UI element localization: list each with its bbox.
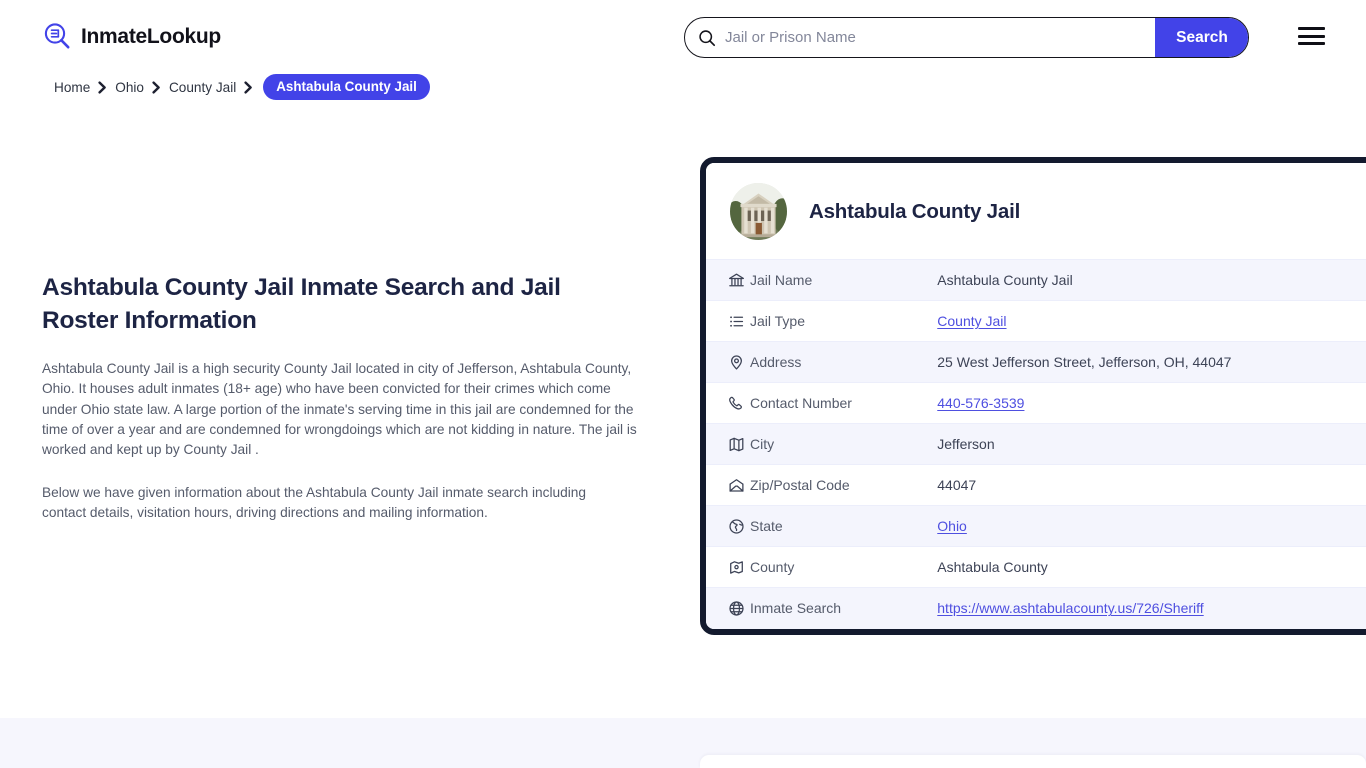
hamburger-line: [1298, 27, 1325, 30]
table-row: County Ashtabula County: [706, 546, 1366, 588]
row-label: State: [750, 505, 938, 547]
hamburger-menu-icon[interactable]: [1298, 25, 1326, 47]
magnifier-list-icon: [42, 21, 72, 51]
state-link[interactable]: Ohio: [937, 518, 967, 534]
chevron-right-icon: [152, 80, 161, 94]
table-row: Zip/Postal Code 44047: [706, 464, 1366, 506]
row-label: Jail Type: [750, 300, 938, 342]
table-row: Jail Type County Jail: [706, 300, 1366, 342]
row-value: 44047: [937, 464, 1366, 506]
breadcrumb-item-ohio[interactable]: Ohio: [115, 80, 144, 95]
row-label: City: [750, 423, 938, 465]
jail-card-title: Ashtabula County Jail: [809, 199, 1021, 223]
chevron-right-icon: [98, 80, 107, 94]
row-value: Jefferson: [937, 423, 1366, 465]
jail-type-link[interactable]: County Jail: [937, 313, 1006, 329]
search-icon: [698, 29, 716, 47]
globe-grid-icon: [706, 587, 750, 629]
county-marker-icon: [706, 546, 750, 588]
row-value: Ashtabula County: [937, 546, 1366, 588]
search-bar[interactable]: Search: [684, 17, 1249, 58]
courthouse-photo-icon: [730, 183, 787, 240]
row-label: Inmate Search: [750, 587, 938, 629]
row-value: Ohio: [937, 505, 1366, 547]
row-value: 25 West Jefferson Street, Jefferson, OH,…: [937, 341, 1366, 383]
page-root: InmateLookup Search Home Ohio: [0, 0, 1366, 768]
description-paragraph-2: Below we have given information about th…: [42, 485, 587, 521]
breadcrumb-item-home[interactable]: Home: [54, 80, 90, 95]
table-row: Inmate Search https://www.ashtabulacount…: [706, 587, 1366, 629]
chevron-right-icon: [244, 80, 253, 94]
breadcrumb-current: Ashtabula County Jail: [263, 74, 430, 100]
list-icon: [706, 300, 750, 342]
table-row: Address 25 West Jefferson Street, Jeffer…: [706, 341, 1366, 383]
page-title: Ashtabula County Jail Inmate Search and …: [42, 274, 561, 334]
avatar: [730, 183, 787, 240]
row-label: County: [750, 546, 938, 588]
table-row: Contact Number 440-576-3539: [706, 382, 1366, 424]
brand-logo[interactable]: InmateLookup: [42, 21, 221, 51]
map-pin-icon: [706, 341, 750, 383]
hamburger-line: [1298, 42, 1325, 45]
row-value: Ashtabula County Jail: [937, 259, 1366, 301]
row-label: Address: [750, 341, 938, 383]
next-section-card: [700, 755, 1366, 768]
row-value: County Jail: [937, 300, 1366, 342]
brand-name: InmateLookup: [81, 24, 221, 48]
hamburger-line: [1298, 34, 1325, 38]
folded-map-icon: [706, 423, 750, 465]
contact-number-link[interactable]: 440-576-3539: [937, 395, 1024, 411]
bank-building-icon: [706, 259, 750, 301]
table-row: Jail Name Ashtabula County Jail: [706, 259, 1366, 301]
search-input[interactable]: [725, 18, 1155, 57]
row-value: 440-576-3539: [937, 382, 1366, 424]
globe-americas-icon: [706, 505, 750, 547]
row-label: Jail Name: [750, 259, 938, 301]
jail-details-body: Jail Name Ashtabula County Jail Jail Typ…: [706, 259, 1366, 629]
jail-info-card: Ashtabula County Jail Jail Name Ashtabul…: [700, 157, 1366, 635]
table-row: City Jefferson: [706, 423, 1366, 465]
row-label: Contact Number: [750, 382, 938, 424]
row-value: https://www.ashtabulacounty.us/726/Sheri…: [937, 587, 1366, 629]
breadcrumb-item-county-jail[interactable]: County Jail: [169, 80, 236, 95]
breadcrumb: Home Ohio County Jail Ashtabula County J…: [54, 74, 430, 100]
jail-info-card-header: Ashtabula County Jail: [706, 163, 1366, 259]
envelope-icon: [706, 464, 750, 506]
jail-details-table: Jail Name Ashtabula County Jail Jail Typ…: [706, 259, 1366, 629]
table-row: State Ohio: [706, 505, 1366, 547]
description-paragraph-1: Ashtabula County Jail is a high security…: [42, 361, 637, 457]
phone-icon: [706, 382, 750, 424]
row-label: Zip/Postal Code: [750, 464, 938, 506]
site-header: InmateLookup Search: [0, 0, 1366, 74]
main-content: Ashtabula County Jail Inmate Search and …: [42, 272, 642, 524]
search-button[interactable]: Search: [1155, 18, 1248, 57]
inmate-search-link[interactable]: https://www.ashtabulacounty.us/726/Sheri…: [937, 600, 1203, 616]
